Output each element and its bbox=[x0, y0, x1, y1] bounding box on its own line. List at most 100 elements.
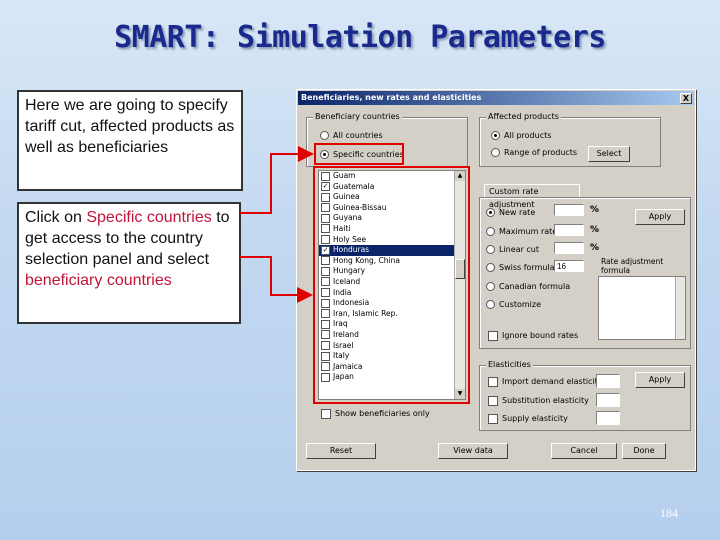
apply-rate-button[interactable]: Apply bbox=[635, 209, 685, 225]
radio-label: Canadian formula bbox=[499, 282, 571, 291]
all-countries-radio[interactable]: All countries bbox=[320, 130, 383, 142]
list-item[interactable]: Israel bbox=[319, 341, 465, 352]
country-name: Jamaica bbox=[333, 361, 363, 371]
list-item[interactable]: Jamaica bbox=[319, 362, 465, 373]
new-rate-input[interactable] bbox=[554, 204, 584, 216]
tab-custom-rate-adjustment[interactable]: Custom rate adjustment bbox=[484, 184, 580, 209]
checkbox-icon[interactable] bbox=[321, 235, 330, 245]
note-text: Click on bbox=[25, 209, 87, 226]
list-item[interactable]: ✓ Honduras bbox=[319, 245, 465, 256]
checkbox-icon[interactable] bbox=[321, 330, 330, 340]
elasticity-input[interactable] bbox=[596, 374, 620, 388]
swiss-formula-input[interactable]: 16 bbox=[554, 260, 584, 272]
list-item[interactable]: Japan bbox=[319, 372, 465, 383]
list-item[interactable]: Italy bbox=[319, 351, 465, 362]
checkbox-label: Supply elasticity bbox=[502, 414, 568, 423]
specific-countries-radio[interactable]: Specific countries bbox=[320, 149, 404, 161]
close-icon[interactable]: X bbox=[680, 93, 692, 104]
range-of-products-radio[interactable]: Range of products bbox=[491, 147, 577, 159]
checkbox-icon[interactable] bbox=[321, 213, 330, 223]
country-name: Guyana bbox=[333, 213, 362, 223]
formula-textarea[interactable] bbox=[598, 276, 686, 340]
list-item[interactable]: ✓ Guatemala bbox=[319, 182, 465, 193]
scrollbar[interactable] bbox=[675, 277, 685, 339]
checkbox-icon[interactable] bbox=[321, 288, 330, 298]
rate-option-radio[interactable]: Swiss formula bbox=[486, 262, 555, 274]
scrollbar[interactable]: ▲ ▼ bbox=[454, 171, 465, 399]
checkbox-icon[interactable] bbox=[321, 171, 330, 181]
checkbox-icon[interactable] bbox=[321, 362, 330, 372]
list-item[interactable]: Guyana bbox=[319, 213, 465, 224]
checkbox-icon[interactable] bbox=[321, 319, 330, 329]
checked-checkbox-icon[interactable]: ✓ bbox=[321, 245, 330, 255]
radio-label: New rate bbox=[499, 208, 536, 217]
scroll-down-icon[interactable]: ▼ bbox=[455, 389, 465, 399]
elasticity-checkbox[interactable]: Substitution elasticity bbox=[488, 395, 589, 406]
all-products-radio[interactable]: All products bbox=[491, 130, 551, 142]
checkbox-icon[interactable] bbox=[321, 372, 330, 382]
checkbox-icon[interactable] bbox=[321, 277, 330, 287]
elasticity-input[interactable] bbox=[596, 393, 620, 407]
checkbox-label: Ignore bound rates bbox=[502, 331, 579, 340]
scroll-thumb[interactable] bbox=[455, 259, 465, 279]
radio-icon bbox=[491, 148, 500, 157]
checkbox-icon[interactable] bbox=[321, 192, 330, 202]
list-item[interactable]: Guam bbox=[319, 171, 465, 182]
radio-selected-icon bbox=[486, 208, 495, 217]
ignore-bound-rates-checkbox[interactable]: Ignore bound rates bbox=[488, 330, 578, 341]
select-products-button[interactable]: Select bbox=[588, 146, 630, 162]
list-item[interactable]: Haiti bbox=[319, 224, 465, 235]
checked-checkbox-icon[interactable]: ✓ bbox=[321, 182, 330, 192]
country-list[interactable]: Guam ✓ Guatemala Guinea Guinea-Bissau Guyana H… bbox=[318, 170, 466, 400]
radio-label: Linear cut bbox=[499, 245, 540, 254]
checkbox-icon[interactable] bbox=[321, 341, 330, 350]
elasticity-checkbox[interactable]: Supply elasticity bbox=[488, 413, 568, 424]
rate-option-radio[interactable]: Maximum rate bbox=[486, 226, 557, 238]
checkbox-icon[interactable] bbox=[321, 203, 330, 213]
list-item[interactable]: Iran, Islamic Rep. bbox=[319, 309, 465, 320]
elasticity-input[interactable] bbox=[596, 411, 620, 425]
radio-selected-icon bbox=[491, 131, 500, 140]
group-label: Beneficiary countries bbox=[313, 112, 402, 121]
slide-title: SMART: Simulation Parameters bbox=[114, 20, 606, 55]
percent-sign: % bbox=[590, 225, 600, 235]
rate-option-radio[interactable]: Canadian formula bbox=[486, 281, 570, 293]
dialog-titlebar: Beneficiaries, new rates and elasticitie… bbox=[298, 91, 694, 105]
country-name: Honduras bbox=[333, 245, 370, 255]
country-name: India bbox=[333, 287, 352, 297]
maximum-rate-input[interactable] bbox=[554, 224, 584, 236]
scroll-up-icon[interactable]: ▲ bbox=[455, 171, 465, 181]
list-item[interactable]: Indonesia bbox=[319, 298, 465, 309]
done-button[interactable]: Done bbox=[622, 443, 666, 459]
linear-cut-input[interactable] bbox=[554, 242, 584, 254]
cancel-button[interactable]: Cancel bbox=[551, 443, 617, 459]
list-item[interactable]: Guinea bbox=[319, 192, 465, 203]
radio-icon bbox=[486, 245, 495, 254]
country-name: Holy See bbox=[333, 234, 367, 244]
show-beneficiaries-checkbox[interactable]: Show beneficiaries only bbox=[321, 408, 430, 419]
list-item[interactable]: Ireland bbox=[319, 330, 465, 341]
apply-elasticities-button[interactable]: Apply bbox=[635, 372, 685, 388]
list-item[interactable]: Guinea-Bissau bbox=[319, 203, 465, 214]
checkbox-icon[interactable] bbox=[321, 298, 330, 308]
view-data-button[interactable]: View data bbox=[438, 443, 508, 459]
checkbox-icon[interactable] bbox=[321, 309, 330, 319]
list-item[interactable]: Hungary bbox=[319, 266, 465, 277]
country-name: Ireland bbox=[333, 329, 359, 339]
list-item[interactable]: Iceland bbox=[319, 277, 465, 288]
list-item[interactable]: India bbox=[319, 288, 465, 299]
rate-option-radio[interactable]: Linear cut bbox=[486, 244, 539, 256]
elasticity-checkbox[interactable]: Import demand elasticity bbox=[488, 376, 603, 387]
checkbox-icon[interactable] bbox=[321, 266, 330, 276]
list-item[interactable]: Iraq bbox=[319, 319, 465, 330]
list-item[interactable]: Holy See bbox=[319, 235, 465, 246]
checkbox-icon[interactable] bbox=[321, 256, 330, 266]
checkbox-icon[interactable] bbox=[321, 224, 330, 234]
radio-label: All products bbox=[504, 131, 552, 140]
reset-button[interactable]: Reset bbox=[306, 443, 376, 459]
checkbox-icon[interactable] bbox=[321, 351, 330, 361]
rate-option-radio[interactable]: New rate bbox=[486, 207, 535, 219]
list-item[interactable]: Hong Kong, China bbox=[319, 256, 465, 267]
rate-option-radio[interactable]: Customize bbox=[486, 299, 541, 311]
note-highlight-specific-countries: Specific countries bbox=[86, 209, 212, 226]
